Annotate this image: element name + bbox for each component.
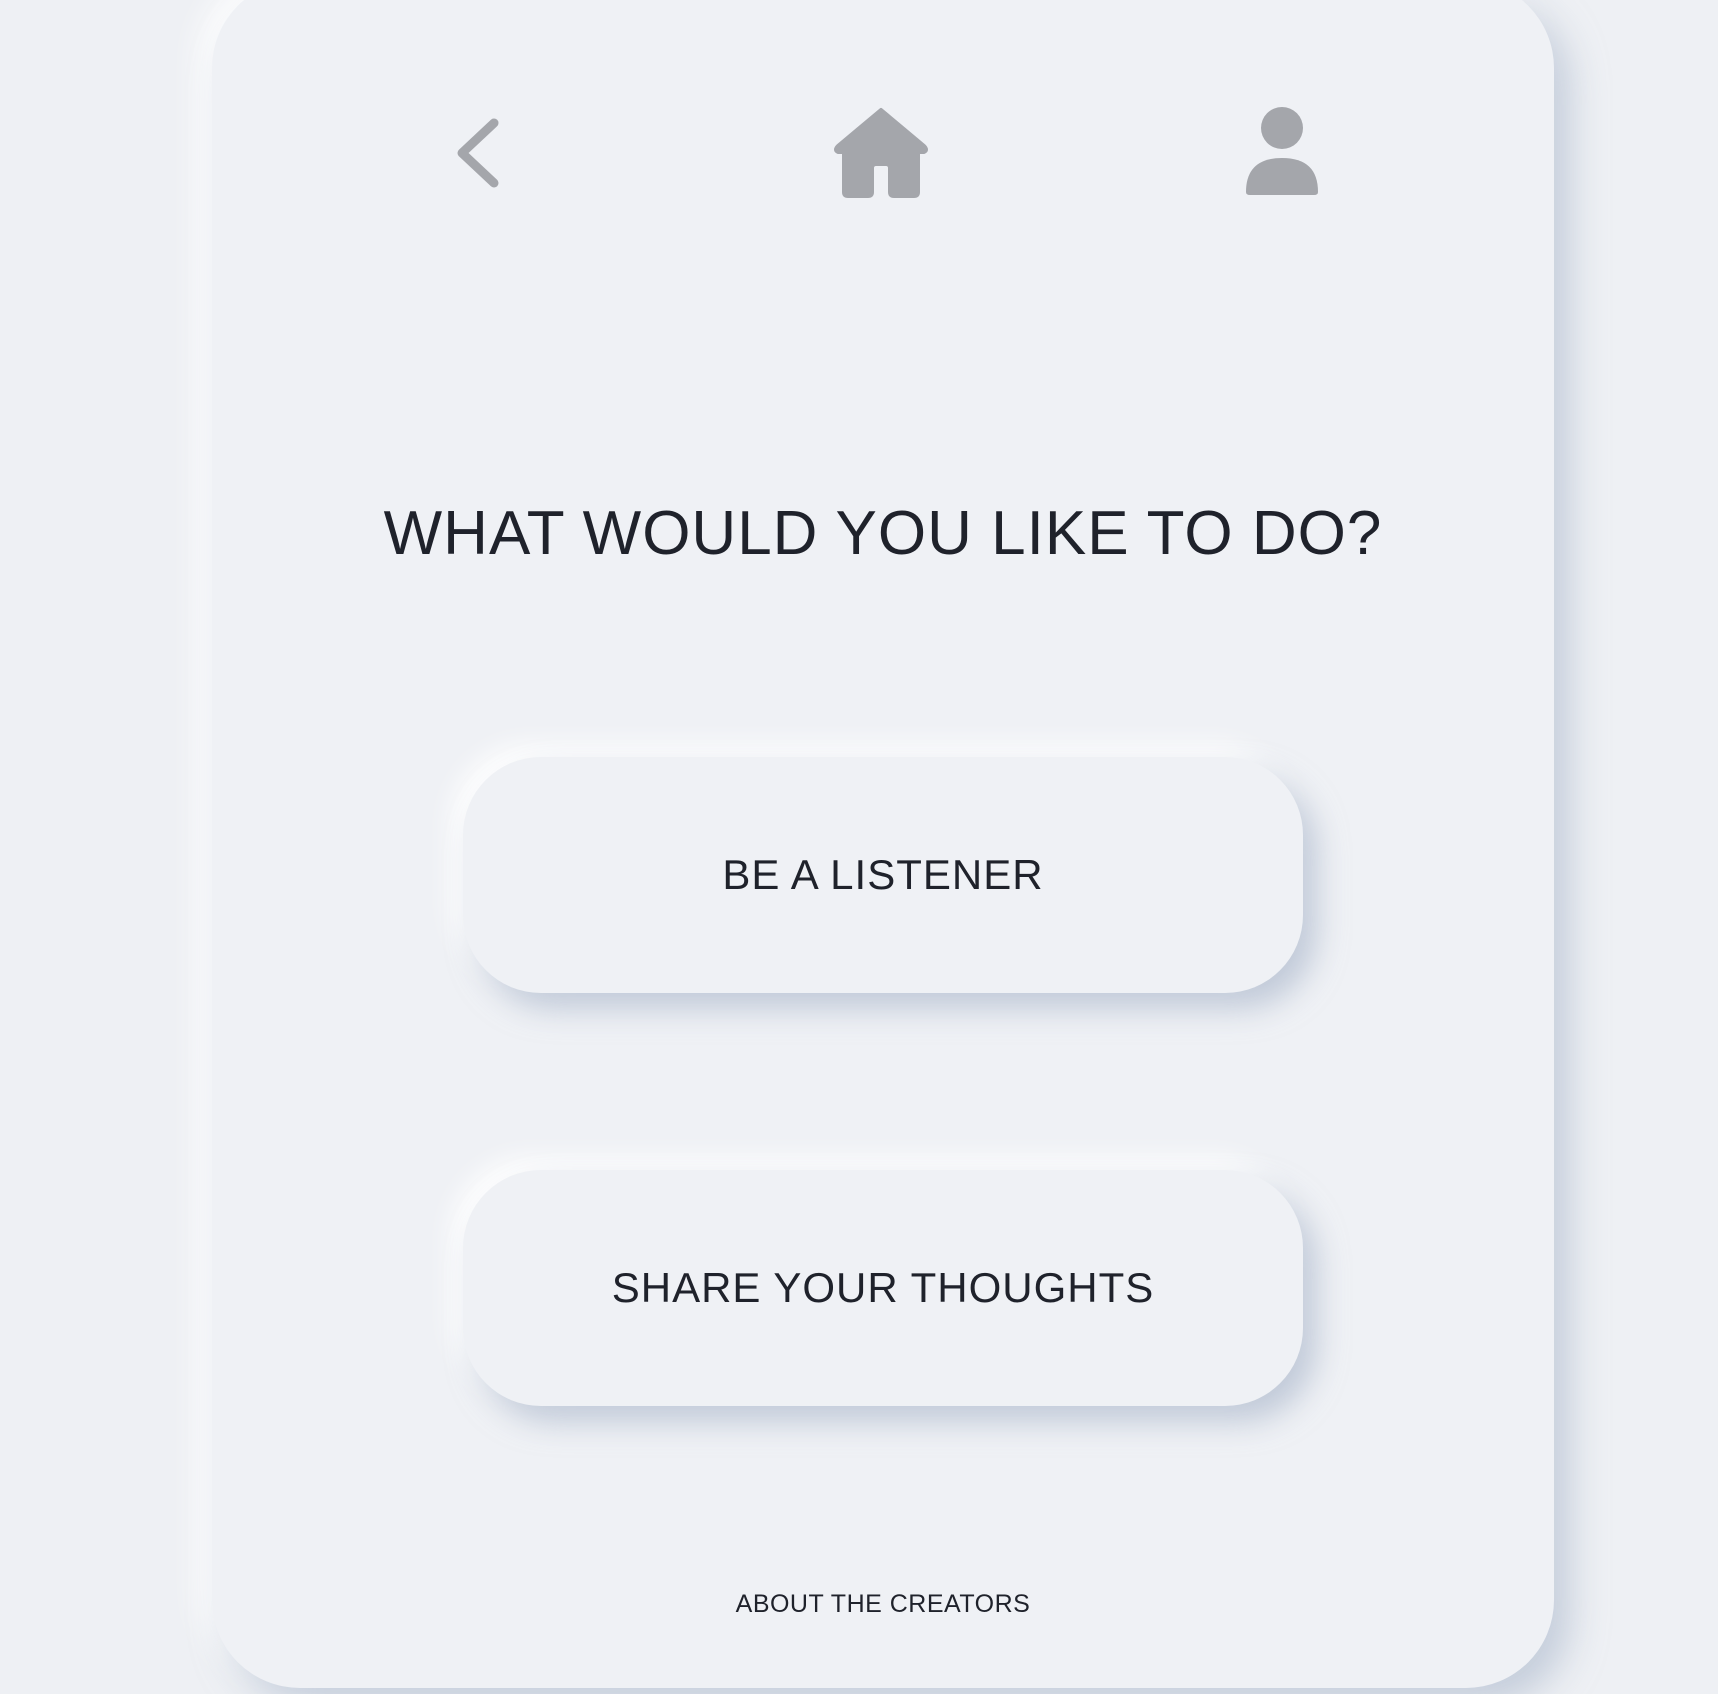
share-your-thoughts-button[interactable]: SHARE YOUR THOUGHTS xyxy=(463,1170,1303,1406)
user-icon[interactable] xyxy=(1244,106,1320,196)
house-icon[interactable] xyxy=(832,106,930,198)
be-a-listener-button[interactable]: BE A LISTENER xyxy=(463,757,1303,993)
about-the-creators-link[interactable]: ABOUT THE CREATORS xyxy=(212,1590,1554,1619)
chevron-left-icon[interactable] xyxy=(452,115,504,191)
page-title: WHAT WOULD YOU LIKE TO DO? xyxy=(383,499,1383,568)
share-your-thoughts-label: SHARE YOUR THOUGHTS xyxy=(611,1264,1155,1311)
be-a-listener-label: BE A LISTENER xyxy=(722,851,1044,898)
